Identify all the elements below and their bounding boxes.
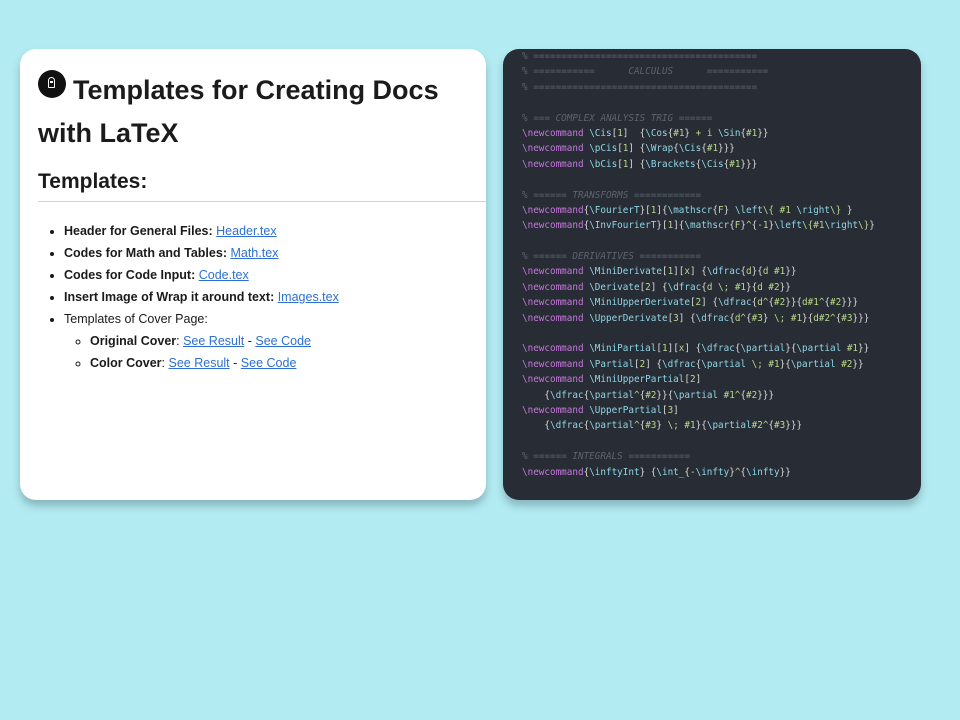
item-label: Insert Image of Wrap it around text xyxy=(64,290,271,304)
code-line: % ====== DERIVATIVES =========== xyxy=(522,251,702,263)
code-line: \newcommand{\InvFourierT}[1]{\mathscr{F}… xyxy=(522,220,875,232)
color-cover-result-link[interactable]: See Result xyxy=(169,356,230,370)
cover-label: Color Cover xyxy=(90,356,162,370)
code-editor-panel: % ======================================… xyxy=(503,49,921,500)
code-line: \newcommand \MiniUpperDerivate[2] {\dfra… xyxy=(522,297,859,309)
template-list: Header for General Files: Header.tex Cod… xyxy=(46,220,484,374)
code-line: \newcommand \pCis[1] {\Wrap{\Cis{#1}}} xyxy=(522,143,735,155)
code-line: \newcommand \MiniDerivate[1][x] {\dfrac{… xyxy=(522,266,797,278)
docs-card: Templates for Creating Docs with LaTeX T… xyxy=(20,49,486,500)
latex-code-block: % ======================================… xyxy=(522,49,875,480)
header-tex-link[interactable]: Header.tex xyxy=(216,224,276,238)
code-line: % ======================================… xyxy=(522,51,758,62)
code-line: \newcommand \UpperDerivate[3] {\dfrac{d^… xyxy=(522,312,870,324)
item-label: Header for General Files xyxy=(64,224,209,238)
list-item: Color Cover: See Result - See Code xyxy=(90,352,484,374)
link-separator: - xyxy=(247,334,252,348)
code-line: \newcommand{\FourierT}[1]{\mathscr{F} \l… xyxy=(522,204,853,216)
code-line: \newcommand \Cis[1] {\Cos{#1} + i \Sin{#… xyxy=(522,127,769,139)
code-line: \newcommand \MiniPartial[1][x] {\dfrac{\… xyxy=(522,343,870,355)
list-item: Header for General Files: Header.tex xyxy=(64,220,484,242)
cover-sublist: Original Cover: See Result - See Code Co… xyxy=(64,330,484,374)
code-line: \newcommand \bCis[1] {\Brackets{\Cis{#1}… xyxy=(522,158,758,170)
item-label: Codes for Code Input xyxy=(64,268,192,282)
list-item: Codes for Code Input: Code.tex xyxy=(64,264,484,286)
original-cover-result-link[interactable]: See Result xyxy=(183,334,244,348)
code-line: \newcommand \Partial[2] {\dfrac{\partial… xyxy=(522,358,864,370)
original-cover-code-link[interactable]: See Code xyxy=(255,334,311,348)
heading-divider xyxy=(38,201,486,202)
math-tex-link[interactable]: Math.tex xyxy=(230,246,278,260)
list-item: Codes for Math and Tables: Math.tex xyxy=(64,242,484,264)
padlock-logo-icon xyxy=(38,70,66,98)
code-line: % =========== CALCULUS =========== xyxy=(522,66,769,78)
link-separator: - xyxy=(233,356,238,370)
code-line: \newcommand{\inftyInt} {\int_{-\infty}^{… xyxy=(522,466,791,478)
code-line: \newcommand \MiniUpperPartial[2] xyxy=(522,374,702,386)
code-tex-link[interactable]: Code.tex xyxy=(199,268,249,282)
cover-label: Original Cover xyxy=(90,334,177,348)
page-title-text: Templates for Creating Docs with LaTeX xyxy=(38,75,439,148)
item-label: Codes for Math and Tables xyxy=(64,246,223,260)
page-title: Templates for Creating Docs with LaTeX xyxy=(38,69,478,155)
cover-item-label: Templates of Cover Page: xyxy=(64,312,208,326)
code-line: \newcommand \Derivate[2] {\dfrac{d \; #1… xyxy=(522,281,791,293)
code-line: {\dfrac{\partial^{#2}}{\partial #1^{#2}}… xyxy=(544,389,775,401)
images-tex-link[interactable]: Images.tex xyxy=(278,290,339,304)
code-line: % ====== INTEGRALS =========== xyxy=(522,451,690,463)
code-line: % ====== TRANSFORMS ============ xyxy=(522,189,702,201)
code-line: \newcommand \UpperPartial[3] xyxy=(522,404,679,416)
code-line: {\dfrac{\partial^{#3} \; #1}{\partial#2^… xyxy=(544,420,803,432)
code-line: % ======================================… xyxy=(522,81,758,93)
list-item: Insert Image of Wrap it around text: Ima… xyxy=(64,286,484,308)
section-heading: Templates: xyxy=(38,170,148,193)
color-cover-code-link[interactable]: See Code xyxy=(241,356,297,370)
list-item: Original Cover: See Result - See Code xyxy=(90,330,484,352)
code-line: % === COMPLEX ANALYSIS TRIG ====== xyxy=(522,112,713,124)
list-item: Templates of Cover Page: Original Cover:… xyxy=(64,308,484,374)
